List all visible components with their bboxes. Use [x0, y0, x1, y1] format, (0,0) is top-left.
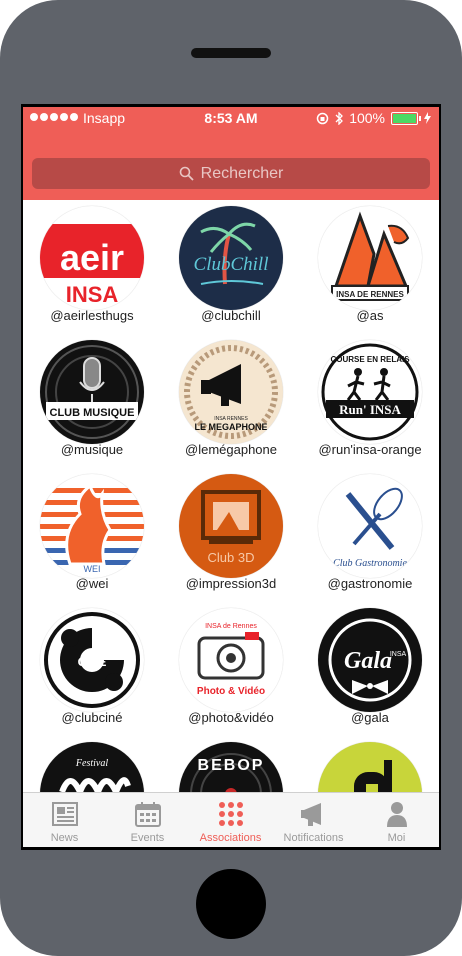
- tab-news[interactable]: News: [23, 793, 106, 847]
- tab-label: Notifications: [283, 832, 344, 844]
- association-musique[interactable]: CLUB MUSIQUE @musique: [23, 334, 161, 464]
- status-right: 100%: [316, 110, 431, 126]
- clubcine-logo: CINE: [40, 608, 144, 712]
- gala-logo-subtext: INSA: [390, 651, 407, 658]
- clubcine-logo-text: CINE: [78, 655, 107, 669]
- tab-label: Moi: [387, 832, 406, 844]
- tab-associations[interactable]: Associations: [189, 793, 272, 847]
- orientation-lock-icon: [316, 112, 329, 124]
- association-handle: @musique: [60, 442, 124, 457]
- photovideo-logo-text: Photo & Vidéo: [197, 686, 265, 697]
- association-handle: @as: [356, 308, 384, 323]
- association-as[interactable]: INSA DE RENNES @as: [301, 200, 439, 330]
- association-handle: @aeirlesthugs: [50, 308, 134, 323]
- impression3d-logo-text: Club 3D: [208, 550, 255, 565]
- status-bar: Insapp 8:53 AM 100%: [23, 107, 439, 129]
- associations-grid: aeir INSA @aeirlesthugs ClubChill @clubc…: [23, 200, 439, 846]
- aeir-logo: aeir INSA: [40, 206, 144, 310]
- battery-percentage: 100%: [349, 110, 385, 126]
- tab-bar: News Events Associations Notifications M…: [23, 792, 439, 847]
- association-handle: @lemégaphone: [185, 442, 277, 457]
- runinsa-logo-subtext: COURSE EN RELAIS: [330, 355, 410, 364]
- gala-logo: Gala INSA: [318, 608, 422, 712]
- home-button[interactable]: [196, 869, 266, 939]
- association-wei[interactable]: WEI @wei: [23, 468, 161, 598]
- nav-header: Insapp 8:53 AM 100% Rechercher: [23, 107, 439, 200]
- search-icon: [179, 166, 194, 181]
- gala-logo-text: Gala: [344, 648, 392, 674]
- association-handle: @clubchill: [201, 308, 261, 323]
- charging-icon: [424, 112, 431, 124]
- association-runinsa[interactable]: COURSE EN RELAIS Run' INSA @run'insa-ora…: [301, 334, 439, 464]
- musique-logo-text: CLUB MUSIQUE: [50, 407, 135, 419]
- megaphone-icon: [301, 803, 321, 826]
- grid-dots-icon: [219, 802, 243, 826]
- gastronomie-logo-text: Club Gastronomie: [333, 558, 407, 569]
- musique-logo: CLUB MUSIQUE: [40, 340, 144, 444]
- battery-icon: [391, 111, 421, 125]
- impression3d-logo: Club 3D: [179, 474, 283, 578]
- search-placeholder: Rechercher: [200, 164, 284, 182]
- phone-frame: Insapp 8:53 AM 100% Rechercher aeir INSA…: [0, 0, 462, 956]
- association-gala[interactable]: Gala INSA @gala: [301, 602, 439, 732]
- speaker-grille: [191, 48, 271, 58]
- lemegaphone-logo-text: LE MEGAPHONE: [194, 422, 267, 432]
- tab-label: Associations: [199, 832, 262, 844]
- association-handle: @clubciné: [61, 710, 123, 725]
- association-lemegaphone[interactable]: INSA RENNES LE MEGAPHONE @lemégaphone: [162, 334, 300, 464]
- as-logo-text: INSA DE RENNES: [336, 290, 404, 299]
- tab-label: News: [50, 832, 79, 844]
- clubchill-logo-text: ClubChill: [194, 254, 269, 275]
- screen: Insapp 8:53 AM 100% Rechercher aeir INSA…: [21, 104, 441, 850]
- tab-events[interactable]: Events: [106, 793, 189, 847]
- association-impression3d[interactable]: Club 3D @impression3d: [162, 468, 300, 598]
- wei-logo-text: WEI: [84, 564, 101, 574]
- gastronomie-logo: Club Gastronomie: [318, 474, 422, 578]
- photovideo-logo: INSA de Rennes Photo & Vidéo: [179, 608, 283, 712]
- aeir-logo-text: aeir: [60, 237, 124, 278]
- festival-logo-text: Festival: [75, 758, 108, 769]
- runinsa-logo-text: Run' INSA: [339, 402, 401, 417]
- association-photovideo[interactable]: INSA de Rennes Photo & Vidéo @photo&vidé…: [162, 602, 300, 732]
- calendar-icon: [135, 802, 161, 827]
- photovideo-logo-subtext: INSA de Rennes: [205, 623, 257, 630]
- person-icon: [387, 802, 407, 827]
- search-bar[interactable]: Rechercher: [32, 158, 430, 189]
- association-clubchill[interactable]: ClubChill @clubchill: [162, 200, 300, 330]
- aeir-logo-subtext: INSA: [66, 282, 119, 307]
- tab-moi[interactable]: Moi: [355, 793, 438, 847]
- runinsa-logo: COURSE EN RELAIS Run' INSA: [318, 340, 422, 444]
- association-handle: @run'insa-orange: [318, 442, 422, 457]
- association-gastronomie[interactable]: Club Gastronomie @gastronomie: [301, 468, 439, 598]
- tab-notifications[interactable]: Notifications: [272, 793, 355, 847]
- tab-label: Events: [130, 832, 165, 844]
- as-logo: INSA DE RENNES: [318, 206, 422, 310]
- bluetooth-icon: [335, 111, 344, 125]
- lemegaphone-logo: INSA RENNES LE MEGAPHONE: [179, 340, 283, 444]
- association-handle: @gastronomie: [327, 576, 413, 591]
- association-handle: @photo&vidéo: [188, 710, 274, 725]
- app-screen: Insapp 8:53 AM 100% Rechercher aeir INSA…: [23, 107, 439, 847]
- newspaper-icon: [52, 802, 78, 826]
- association-clubcine[interactable]: CINE @clubciné: [23, 602, 161, 732]
- association-handle: @gala: [351, 710, 389, 725]
- wei-logo: WEI: [40, 474, 144, 578]
- association-aeir[interactable]: aeir INSA @aeirlesthugs: [23, 200, 161, 330]
- association-handle: @wei: [75, 576, 109, 591]
- clubchill-logo: ClubChill: [179, 206, 283, 310]
- association-handle: @impression3d: [185, 576, 277, 591]
- bebop-logo-text: BEBOP: [198, 757, 265, 774]
